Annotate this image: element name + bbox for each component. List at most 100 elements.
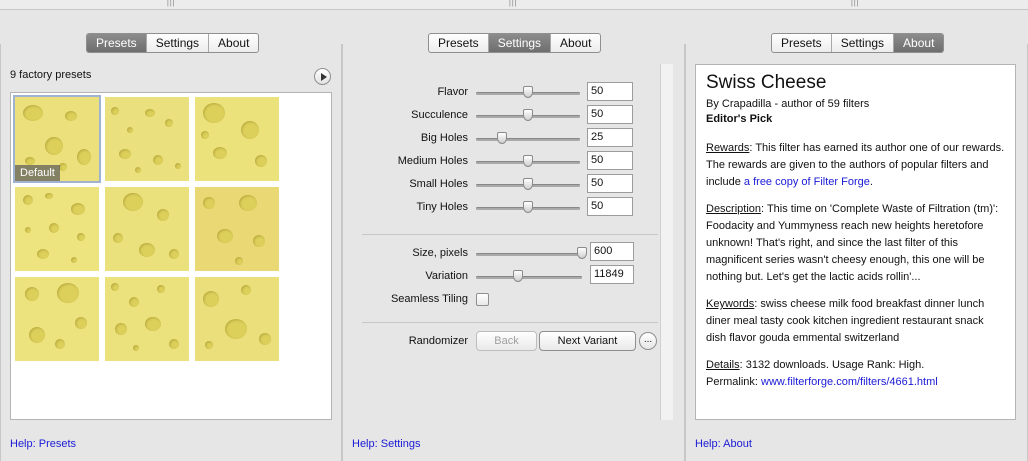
- tab-about[interactable]: About: [551, 34, 600, 52]
- param-label: Tiny Holes: [416, 201, 468, 213]
- param-slider[interactable]: [476, 129, 580, 149]
- param-row: Succulence: [362, 106, 468, 126]
- about-content: Swiss Cheese By Crapadilla - author of 5…: [695, 64, 1016, 420]
- back-button[interactable]: Back: [476, 331, 537, 351]
- presets-tab-bar: Presets Settings About: [86, 33, 260, 53]
- param-slider[interactable]: [476, 198, 580, 218]
- default-preset-label: Default: [15, 165, 60, 181]
- param-value-field[interactable]: 25: [587, 128, 633, 147]
- slider-knob[interactable]: [513, 270, 524, 282]
- slider-knob[interactable]: [523, 201, 533, 213]
- help-settings-link[interactable]: Help: Settings: [352, 438, 420, 450]
- description-heading: Description: [706, 203, 762, 215]
- param-label: Seamless Tiling: [390, 293, 468, 305]
- param-slider[interactable]: [476, 106, 580, 126]
- slider-knob[interactable]: [497, 132, 507, 144]
- filter-author: By Crapadilla - author of 59 filters: [706, 98, 870, 110]
- more-options-button[interactable]: ...: [639, 332, 657, 350]
- settings-tab-bar: Presets Settings About: [428, 33, 602, 53]
- permalink-label: Permalink:: [706, 376, 762, 388]
- resize-grip-icon[interactable]: |||: [509, 0, 517, 7]
- filter-title: Swiss Cheese: [706, 72, 827, 93]
- rewards-section: Rewards: This filter has earned its auth…: [706, 140, 1005, 191]
- rewards-end: .: [869, 176, 873, 188]
- about-tab-bar: Presets Settings About: [771, 33, 945, 53]
- preset-thumbnail[interactable]: [195, 277, 279, 361]
- tab-presets[interactable]: Presets: [772, 34, 832, 52]
- free-copy-link[interactable]: a free copy of Filter Forge: [744, 176, 870, 188]
- settings-divider: [362, 322, 658, 323]
- preset-thumbnail[interactable]: [195, 187, 279, 271]
- description-section: Description: This time on 'Complete Wast…: [706, 201, 1005, 286]
- details-section: Details: 3132 downloads. Usage Rank: Hig…: [706, 357, 1005, 391]
- param-value-field[interactable]: 50: [587, 82, 633, 101]
- settings-scrollbar[interactable]: [660, 64, 673, 420]
- help-about-link[interactable]: Help: About: [695, 438, 752, 450]
- preset-thumbnail[interactable]: [15, 277, 99, 361]
- param-label: Medium Holes: [397, 155, 468, 167]
- param-value-field[interactable]: 50: [587, 151, 633, 170]
- resize-grip-icon[interactable]: |||: [851, 0, 859, 7]
- param-row: Tiny Holes: [362, 198, 468, 218]
- preset-thumbnail[interactable]: [15, 187, 99, 271]
- tab-presets[interactable]: Presets: [87, 34, 147, 52]
- variation-slider[interactable]: [476, 267, 582, 287]
- slider-knob[interactable]: [577, 247, 587, 259]
- tab-settings[interactable]: Settings: [488, 34, 552, 52]
- seamless-tiling-checkbox[interactable]: [476, 293, 489, 306]
- preset-count: 9 factory presets: [10, 69, 92, 81]
- variation-field[interactable]: 11849: [590, 265, 634, 284]
- description-text: : This time on 'Complete Waste of Filtra…: [706, 203, 999, 283]
- settings-content: Size, pixels 600 Variation 11849 Seamles…: [362, 64, 660, 420]
- preset-thumbnail[interactable]: [105, 97, 189, 181]
- rewards-heading: Rewards: [706, 142, 750, 154]
- param-slider[interactable]: [476, 152, 580, 172]
- param-row: Flavor: [362, 83, 468, 103]
- param-value-field[interactable]: 50: [587, 197, 633, 216]
- play-icon[interactable]: [314, 68, 331, 85]
- slider-knob[interactable]: [523, 86, 533, 98]
- param-label: Flavor: [437, 86, 468, 98]
- tab-settings[interactable]: Settings: [832, 34, 895, 52]
- resize-grip-icon[interactable]: |||: [167, 0, 175, 7]
- size-slider[interactable]: [476, 244, 587, 264]
- param-row: Medium Holes: [362, 152, 468, 172]
- param-label: Variation: [425, 270, 468, 282]
- preset-thumbnail[interactable]: Default: [13, 95, 101, 183]
- variation-param: Variation: [362, 267, 468, 287]
- tab-presets[interactable]: Presets: [429, 34, 489, 52]
- tab-settings[interactable]: Settings: [147, 34, 210, 52]
- editors-pick-badge: Editor's Pick: [706, 113, 773, 125]
- param-value-field[interactable]: 50: [587, 105, 633, 124]
- slider-knob[interactable]: [523, 109, 533, 121]
- slider-knob[interactable]: [523, 178, 533, 190]
- param-slider[interactable]: [476, 175, 580, 195]
- param-row: Big Holes: [362, 129, 468, 149]
- details-text: : 3132 downloads. Usage Rank: High.: [739, 359, 925, 371]
- param-value-field[interactable]: 50: [587, 174, 633, 193]
- settings-divider: [362, 234, 658, 235]
- param-row: Small Holes: [362, 175, 468, 195]
- tab-about[interactable]: About: [209, 34, 258, 52]
- tab-about[interactable]: About: [894, 34, 944, 52]
- param-label: Size, pixels: [412, 247, 468, 259]
- help-presets-link[interactable]: Help: Presets: [10, 438, 76, 450]
- preset-thumbnail[interactable]: [105, 187, 189, 271]
- randomizer-row: Randomizer: [362, 332, 468, 352]
- size-param: Size, pixels: [362, 244, 468, 264]
- top-divider-strip: ||| ||| |||: [0, 0, 1028, 10]
- randomizer-label: Randomizer: [408, 335, 468, 347]
- presets-panel: 9 factory presets Default Help: Presets: [0, 44, 342, 461]
- next-variant-button[interactable]: Next Variant: [539, 331, 636, 351]
- param-label: Big Holes: [420, 132, 468, 144]
- param-slider[interactable]: [476, 83, 580, 103]
- preset-thumbnail[interactable]: [105, 277, 189, 361]
- preset-thumbnail[interactable]: [195, 97, 279, 181]
- permalink-link[interactable]: www.filterforge.com/filters/4661.html: [761, 376, 938, 388]
- keywords-heading: Keywords: [706, 298, 755, 310]
- param-label: Succulence: [411, 109, 468, 121]
- keywords-section: Keywords: swiss cheese milk food breakfa…: [706, 296, 1005, 347]
- size-field[interactable]: 600: [590, 242, 634, 261]
- slider-knob[interactable]: [523, 155, 533, 167]
- preset-thumbnail-grid: Default: [10, 92, 332, 420]
